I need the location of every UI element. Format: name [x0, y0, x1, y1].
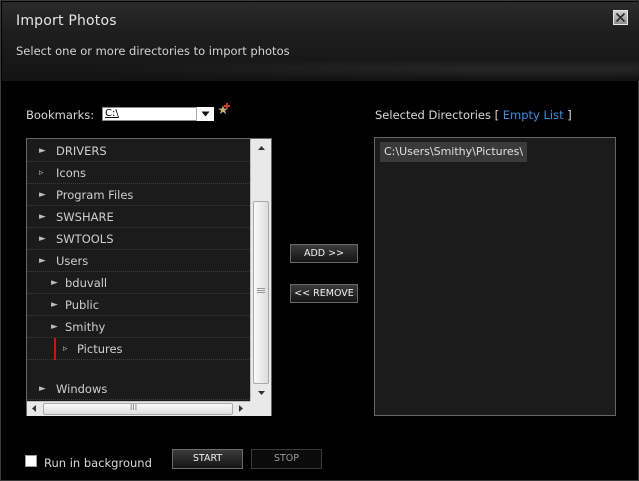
leaf-arrow-icon: ▹: [63, 344, 68, 354]
close-x-icon: [615, 12, 626, 23]
selected-directories-label: Selected Directories [ Empty List ]: [375, 108, 572, 122]
tree-item-swshare[interactable]: ► SWSHARE: [27, 206, 250, 228]
tree-item-label: Pictures: [77, 342, 123, 356]
start-button[interactable]: START: [172, 449, 243, 469]
expand-arrow-icon[interactable]: ►: [39, 206, 46, 228]
dialog-title: Import Photos: [16, 13, 117, 29]
tree-horizontal-scrollbar[interactable]: III: [27, 401, 250, 416]
tree-item-public[interactable]: ► Public: [27, 294, 250, 316]
tree-item-label: Program Files: [56, 188, 134, 202]
tree-item-label: SWSHARE: [56, 210, 114, 224]
tree-item-pictures[interactable]: ▹ Pictures: [27, 338, 250, 360]
scrollbar-corner: [250, 401, 271, 416]
tree-item-label: SWTOOLS: [56, 232, 114, 246]
directory-tree[interactable]: ► DRIVERS ▹ Icons ► Program Files ► SWSH…: [26, 138, 272, 416]
tree-item-windows[interactable]: ► Windows: [27, 378, 250, 400]
scroll-down-button[interactable]: [251, 384, 272, 401]
tree-item-bduvall[interactable]: ► bduvall: [27, 272, 250, 294]
expand-arrow-icon[interactable]: ►: [39, 140, 46, 162]
remove-button[interactable]: << REMOVE: [290, 284, 358, 303]
tree-item-label: Windows: [56, 382, 108, 396]
selected-directories-suffix: ]: [567, 108, 572, 122]
selected-directories-prefix: Selected Directories [: [375, 108, 500, 122]
scroll-up-icon: [258, 145, 265, 150]
tree-item-label: bduvall: [65, 276, 108, 290]
expand-arrow-icon[interactable]: ►: [39, 228, 46, 250]
run-in-background-checkbox[interactable]: [25, 455, 37, 467]
bookmark-dropdown-button[interactable]: [196, 107, 214, 121]
add-button[interactable]: ADD >>: [290, 244, 358, 263]
tree-item-label: DRIVERS: [56, 144, 107, 158]
tree-vertical-scrollbar[interactable]: [250, 139, 271, 401]
scroll-up-button[interactable]: [251, 139, 272, 156]
selected-directory-item[interactable]: C:\Users\Smithy\Pictures\: [380, 142, 528, 162]
scroll-thumb[interactable]: [253, 201, 269, 384]
leaf-arrow-icon: ▹: [39, 168, 44, 178]
tree-rows: ► DRIVERS ▹ Icons ► Program Files ► SWSH…: [27, 139, 250, 401]
grip-icon: III: [130, 403, 138, 412]
dialog-header: Import Photos Select one or more directo…: [2, 2, 639, 81]
tree-item-label: Public: [65, 298, 100, 312]
selected-directories-list[interactable]: C:\Users\Smithy\Pictures\: [374, 137, 616, 416]
tree-item-label: Users: [56, 254, 89, 268]
tree-item-users[interactable]: ► Users: [27, 250, 250, 272]
expand-arrow-icon[interactable]: ►: [39, 378, 46, 400]
scroll-down-icon: [258, 390, 265, 395]
stop-button[interactable]: STOP: [251, 449, 322, 469]
dialog-subtitle: Select one or more directories to import…: [16, 44, 290, 58]
add-bookmark-star-icon[interactable]: [216, 102, 232, 118]
chevron-down-icon: [201, 111, 210, 117]
scroll-right-icon[interactable]: [239, 405, 243, 412]
scroll-left-icon[interactable]: [32, 405, 36, 412]
bookmarks-label: Bookmarks:: [26, 108, 95, 122]
expand-arrow-icon[interactable]: ►: [51, 294, 58, 316]
expand-arrow-icon[interactable]: ►: [39, 250, 46, 272]
tree-item-smithy[interactable]: ► Smithy: [27, 316, 250, 338]
expand-arrow-icon[interactable]: ►: [51, 316, 58, 338]
expand-arrow-icon[interactable]: ►: [51, 272, 58, 294]
tree-item-swtools[interactable]: ► SWTOOLS: [27, 228, 250, 250]
run-in-background-label[interactable]: Run in background: [44, 456, 152, 470]
tree-item-icons[interactable]: ▹ Icons: [27, 162, 250, 184]
tree-item-label: Icons: [56, 166, 87, 180]
tree-item-label: Smithy: [65, 320, 106, 334]
tree-item-program-files[interactable]: ► Program Files: [27, 184, 250, 206]
import-photos-dialog: Import Photos Select one or more directo…: [0, 0, 639, 481]
grip-icon: [257, 288, 265, 293]
tree-item-drivers[interactable]: ► DRIVERS: [27, 140, 250, 162]
close-button[interactable]: [613, 10, 628, 25]
empty-list-link[interactable]: Empty List: [503, 108, 564, 122]
expand-arrow-icon[interactable]: ►: [39, 184, 46, 206]
horizontal-scroll-thumb[interactable]: III: [43, 403, 233, 415]
